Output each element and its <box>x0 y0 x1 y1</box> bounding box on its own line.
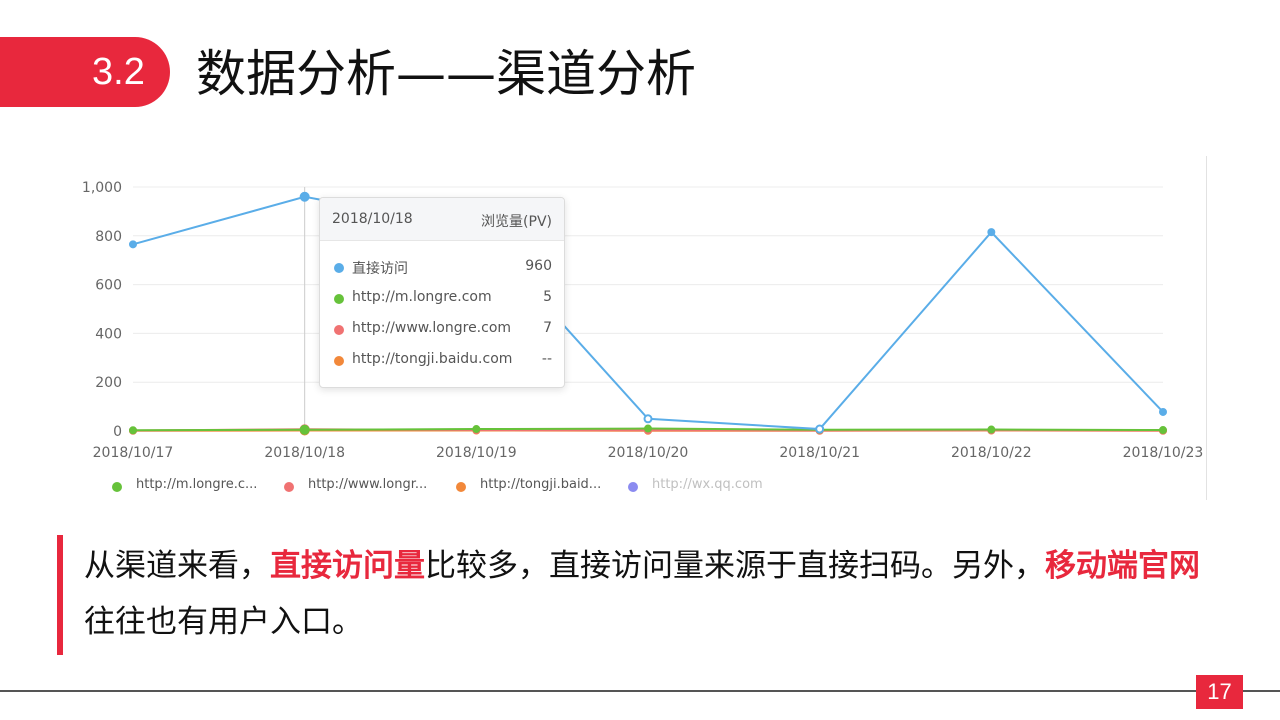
tooltip-series-name: http://m.longre.com <box>352 289 492 305</box>
y-tick-label: 800 <box>95 229 122 245</box>
legend-dot <box>628 482 638 492</box>
tooltip-series-dot <box>334 294 344 304</box>
x-tick-label: 2018/10/18 <box>264 445 345 461</box>
data-point <box>815 424 825 434</box>
data-point <box>643 414 653 424</box>
section-number: 3.2 <box>92 51 145 93</box>
data-point <box>472 425 481 434</box>
chart-right-border <box>1206 156 1207 500</box>
data-point <box>644 424 652 433</box>
highlight-direct-visits: 直接访问量 <box>270 548 425 584</box>
tooltip-series-name: http://tongji.baidu.com <box>352 351 513 367</box>
tooltip-series-value: 5 <box>543 289 552 305</box>
tooltip-header: 2018/10/18 浏览量(PV) <box>320 198 564 241</box>
legend-label: http://www.longr... <box>308 477 428 492</box>
summary-text-1: 从渠道来看， <box>84 548 270 584</box>
data-point <box>299 191 310 202</box>
tooltip-series-value: 7 <box>543 320 552 336</box>
x-tick-label: 2018/10/22 <box>951 445 1032 461</box>
legend-dot <box>456 482 466 492</box>
x-tick-label: 2018/10/21 <box>779 445 860 461</box>
line-chart: 0 200 400 600 800 1,000 2018/10/17 2018/10/18 20… <box>70 155 1220 500</box>
y-tick-label: 1,000 <box>82 180 122 196</box>
data-point <box>987 228 996 237</box>
chart-canvas: 02004006008001,0002018/10/17 2018/10/18 20… <box>82 180 1204 461</box>
data-point <box>1159 426 1167 435</box>
y-tick-label: 600 <box>95 278 122 294</box>
summary-paragraph: 从渠道来看，直接访问量比较多，直接访问量来源于直接扫码。另外，移动端官网往往也有… <box>84 538 1204 650</box>
x-tick-label: 2018/10/20 <box>608 445 689 461</box>
tooltip-row: http://tongji.baidu.com -- <box>332 351 552 371</box>
footer-divider <box>0 690 1280 692</box>
tooltip-row: http://m.longre.com 5 <box>332 289 552 309</box>
data-point <box>299 424 310 435</box>
x-tick-label: 2018/10/17 <box>93 445 174 461</box>
data-point <box>1159 407 1167 416</box>
tooltip-series-value: 960 <box>525 258 552 274</box>
legend-dot <box>284 482 294 492</box>
page-number: 17 <box>1196 675 1243 709</box>
tooltip-date: 2018/10/18 <box>332 211 413 227</box>
series-line <box>132 195 1164 431</box>
y-tick-label: 400 <box>95 326 122 342</box>
chart-tooltip: 2018/10/18 浏览量(PV) 直接访问 960 http://m.longr… <box>319 197 565 388</box>
data-point <box>987 425 996 434</box>
summary-text-2: 比较多，直接访问量来源于直接扫码。另外， <box>425 548 1045 584</box>
tooltip-series-dot <box>334 325 344 335</box>
tooltip-row: http://www.longre.com 7 <box>332 320 552 340</box>
legend-dot <box>112 482 122 492</box>
tooltip-series-dot <box>334 356 344 366</box>
highlight-mobile-site: 移动端官网 <box>1045 548 1200 584</box>
text-accent-bar <box>57 535 63 655</box>
tooltip-series-value: -- <box>541 351 552 367</box>
x-tick-label: 2018/10/19 <box>436 445 517 461</box>
data-point <box>129 426 137 435</box>
tooltip-series-name: http://www.longre.com <box>352 320 512 336</box>
legend-label: http://m.longre.c... <box>136 477 258 492</box>
summary-text-3: 往往也有用户入口。 <box>84 604 363 640</box>
tooltip-metric: 浏览量(PV) <box>481 214 552 230</box>
tooltip-series-name: 直接访问 <box>352 261 408 277</box>
x-tick-label: 2018/10/23 <box>1123 445 1204 461</box>
tooltip-row: 直接访问 960 <box>332 258 552 278</box>
legend-label: http://tongji.baid... <box>480 477 602 492</box>
legend-label: http://wx.qq.com <box>652 477 763 492</box>
tooltip-series-dot <box>334 263 344 273</box>
data-point <box>129 240 137 249</box>
page-title: 数据分析——渠道分析 <box>196 45 696 103</box>
y-tick-label: 0 <box>113 424 122 440</box>
y-tick-label: 200 <box>95 375 122 391</box>
